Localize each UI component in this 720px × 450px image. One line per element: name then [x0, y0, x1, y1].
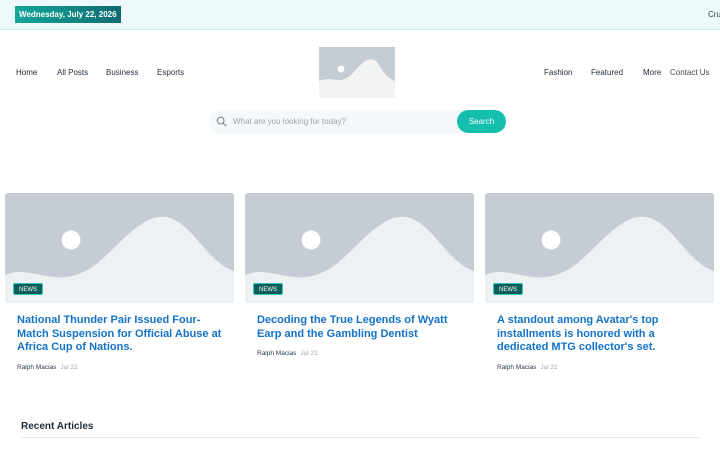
nav-contact-us[interactable]: Contact Us	[670, 68, 710, 77]
category-badge[interactable]: NEWS	[493, 283, 523, 295]
article-title[interactable]: A standout among Avatar's top installmen…	[497, 314, 709, 355]
post-date: Jul 21	[300, 350, 318, 357]
author-name[interactable]: Ralph Macias	[497, 364, 536, 371]
post-date: Jul 21	[540, 364, 558, 371]
recent-articles-heading: Recent Articles	[21, 421, 94, 432]
nav-more[interactable]: More	[643, 68, 661, 77]
category-badge[interactable]: NEWS	[253, 283, 283, 295]
category-badge[interactable]: NEWS	[13, 283, 43, 295]
nav-esports[interactable]: Esports	[157, 68, 184, 77]
search-button[interactable]: Search	[457, 110, 506, 133]
article-title[interactable]: Decoding the True Legends of Wyatt Earp …	[257, 314, 469, 341]
nav-business[interactable]: Business	[106, 68, 138, 77]
author-name[interactable]: Ralph Macias	[17, 364, 56, 371]
logo-placeholder-image	[319, 47, 395, 98]
date-badge: Wednesday, July 22, 2026	[15, 6, 121, 23]
news-ticker[interactable]: Cru	[708, 10, 720, 19]
search-field	[209, 110, 469, 133]
top-bar: Wednesday, July 22, 2026 Cru	[0, 0, 720, 30]
nav-fashion[interactable]: Fashion	[544, 68, 572, 77]
article-meta: Ralph Macias Jul 21	[497, 364, 558, 371]
site-logo[interactable]	[319, 47, 395, 98]
author-name[interactable]: Ralph Macias	[257, 350, 296, 357]
search-input[interactable]	[233, 110, 463, 133]
section-divider	[21, 437, 700, 438]
search-bar: Search	[209, 110, 506, 133]
post-date: Jul 22	[60, 364, 78, 371]
article-meta: Ralph Macias Jul 21	[257, 350, 318, 357]
article-meta: Ralph Macias Jul 22	[17, 364, 78, 371]
search-icon	[216, 116, 227, 127]
nav-all-posts[interactable]: All Posts	[57, 68, 88, 77]
nav-featured[interactable]: Featured	[591, 68, 623, 77]
nav-home[interactable]: Home	[16, 68, 37, 77]
article-title[interactable]: National Thunder Pair Issued Four-Match …	[17, 314, 229, 355]
